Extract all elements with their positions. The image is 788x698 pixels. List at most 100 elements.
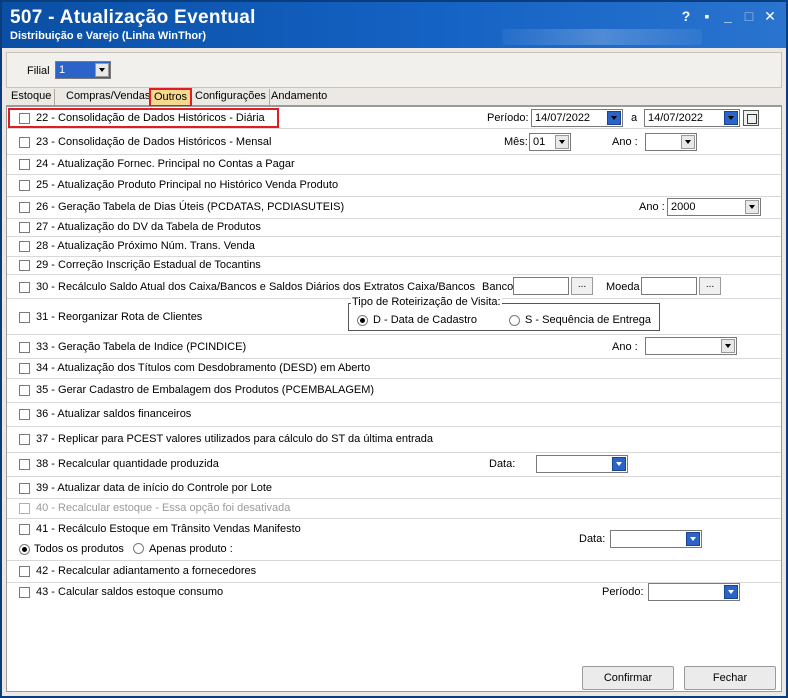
moeda-label: Moeda [606, 281, 640, 293]
fechar-button[interactable]: Fechar [684, 666, 776, 690]
option-row-33: 33 - Geração Tabela de Indice (PCINDICE)… [7, 335, 781, 359]
ano-value-26: 2000 [671, 201, 696, 213]
tab-andamento[interactable]: Andamento [268, 89, 330, 105]
data-select-38[interactable] [536, 455, 628, 473]
radio-sequencia-entrega[interactable] [509, 315, 520, 326]
close-icon[interactable]: ✕ [762, 8, 778, 24]
tab-estoque[interactable]: Estoque [8, 89, 56, 105]
option-25-label: 25 - Atualização Produto Principal no Hi… [36, 179, 339, 191]
option-31-label: 31 - Reorganizar Rota de Clientes [36, 311, 203, 323]
chevron-down-icon[interactable] [681, 135, 695, 149]
option-row-26: 26 - Geração Tabela de Dias Úteis (PCDAT… [7, 197, 781, 219]
option-row-41: 41 - Recálculo Estoque em Trânsito Venda… [7, 519, 781, 561]
ano-label: Ano : [612, 136, 638, 148]
option-22-checkbox[interactable] [19, 113, 30, 124]
mes-select[interactable]: 01 [529, 133, 571, 151]
restore-icon[interactable]: ▪ [699, 8, 715, 24]
option-40-label: 40 - Recalcular estoque - Essa opção foi… [36, 502, 291, 514]
option-30-checkbox[interactable] [19, 282, 30, 293]
option-row-22: 22 - Consolidação de Dados Históricos - … [7, 107, 781, 129]
chevron-down-icon[interactable] [607, 111, 621, 125]
tab-compras-vendas[interactable]: Compras/Vendas [63, 89, 155, 105]
option-34-checkbox[interactable] [19, 363, 30, 374]
chevron-down-icon[interactable] [724, 585, 738, 599]
option-38-checkbox[interactable] [19, 459, 30, 470]
options-panel: 22 - Consolidação de Dados Históricos - … [6, 106, 782, 692]
option-39-checkbox[interactable] [19, 483, 30, 494]
option-31-checkbox[interactable] [19, 312, 30, 323]
radio-apenas-produto[interactable] [133, 543, 144, 554]
option-23-label: 23 - Consolidação de Dados Históricos - … [36, 136, 272, 148]
chevron-down-icon[interactable] [95, 63, 109, 77]
radio-todos-produtos[interactable] [19, 544, 30, 555]
option-26-label: 26 - Geração Tabela de Dias Úteis (PCDAT… [36, 201, 345, 213]
option-42-checkbox[interactable] [19, 566, 30, 577]
ano-label-33: Ano : [612, 341, 638, 353]
chevron-down-icon[interactable] [555, 135, 569, 149]
option-43-checkbox[interactable] [19, 587, 30, 598]
option-row-40: 40 - Recalcular estoque - Essa opção foi… [7, 499, 781, 519]
ano-select[interactable] [645, 133, 697, 151]
option-22-label: 22 - Consolidação de Dados Históricos - … [36, 112, 265, 124]
chevron-down-icon[interactable] [724, 111, 738, 125]
data-label-41: Data: [579, 533, 606, 545]
maximize-icon[interactable]: □ [741, 8, 757, 24]
calendar-icon[interactable] [743, 110, 759, 126]
option-row-23: 23 - Consolidação de Dados Históricos - … [7, 129, 781, 155]
window-subtitle: Distribuição e Varejo (Linha WinThor) [10, 30, 207, 42]
filial-select[interactable]: 1 [55, 61, 111, 79]
tab-configuracoes[interactable]: Configurações [192, 89, 270, 105]
option-row-28: 28 - Atualização Próximo Núm. Trans. Ven… [7, 237, 781, 257]
confirmar-button[interactable]: Confirmar [582, 666, 674, 690]
banco-label: Banco [482, 281, 514, 293]
moeda-lookup-button[interactable]: ... [699, 277, 721, 295]
chevron-down-icon[interactable] [721, 339, 735, 353]
moeda-input[interactable] [641, 277, 697, 295]
option-25-checkbox[interactable] [19, 180, 30, 191]
filial-bar: Filial 1 [6, 52, 782, 88]
a-label: a [631, 112, 638, 124]
option-27-checkbox[interactable] [19, 222, 30, 233]
periodo-select-43[interactable] [648, 583, 740, 601]
title-decoration [502, 29, 702, 45]
option-42-label: 42 - Recalcular adiantamento a fornecedo… [36, 565, 257, 577]
option-24-checkbox[interactable] [19, 159, 30, 170]
minimize-icon[interactable]: _ [720, 8, 736, 24]
chevron-down-icon[interactable] [612, 457, 626, 471]
option-28-label: 28 - Atualização Próximo Núm. Trans. Ven… [36, 240, 255, 252]
option-33-checkbox[interactable] [19, 342, 30, 353]
option-35-checkbox[interactable] [19, 385, 30, 396]
option-28-checkbox[interactable] [19, 241, 30, 252]
option-41-checkbox[interactable] [19, 524, 30, 535]
option-27-label: 27 - Atualização do DV da Tabela de Prod… [36, 221, 261, 233]
periodo-ate-field[interactable]: 14/07/2022 [644, 109, 740, 127]
option-row-34: 34 - Atualização dos Títulos com Desdobr… [7, 359, 781, 379]
option-40-checkbox [19, 503, 30, 514]
periodo-ate-value: 14/07/2022 [648, 112, 704, 124]
tab-outros[interactable]: Outros [149, 88, 193, 107]
help-icon[interactable]: ? [678, 8, 694, 24]
radio-data-cadastro[interactable] [357, 315, 368, 326]
option-36-checkbox[interactable] [19, 409, 30, 420]
option-37-checkbox[interactable] [19, 434, 30, 445]
banco-lookup-button[interactable]: ... [571, 277, 593, 295]
ano-select-26[interactable]: 2000 [667, 198, 761, 216]
ano-select-33[interactable] [645, 337, 737, 355]
option-23-checkbox[interactable] [19, 137, 30, 148]
banco-input[interactable] [513, 277, 569, 295]
window-title: 507 - Atualização Eventual [10, 7, 256, 28]
option-26-checkbox[interactable] [19, 202, 30, 213]
option-43-label: 43 - Calcular saldos estoque consumo [36, 586, 224, 598]
chevron-down-icon[interactable] [745, 200, 759, 214]
option-row-24: 24 - Atualização Fornec. Principal no Co… [7, 155, 781, 175]
title-bar[interactable]: 507 - Atualização Eventual Distribuição … [2, 2, 786, 48]
chevron-down-icon[interactable] [686, 532, 700, 546]
option-row-29: 29 - Correção Inscrição Estadual de Toca… [7, 257, 781, 275]
periodo-de-field[interactable]: 14/07/2022 [531, 109, 623, 127]
option-row-39: 39 - Atualizar data de início do Control… [7, 477, 781, 499]
option-33-label: 33 - Geração Tabela de Indice (PCINDICE) [36, 341, 247, 353]
radio-todos-produtos-label: Todos os produtos [34, 543, 124, 555]
data-select-41[interactable] [610, 530, 702, 548]
radio-data-cadastro-label: D - Data de Cadastro [373, 314, 477, 326]
option-29-checkbox[interactable] [19, 260, 30, 271]
